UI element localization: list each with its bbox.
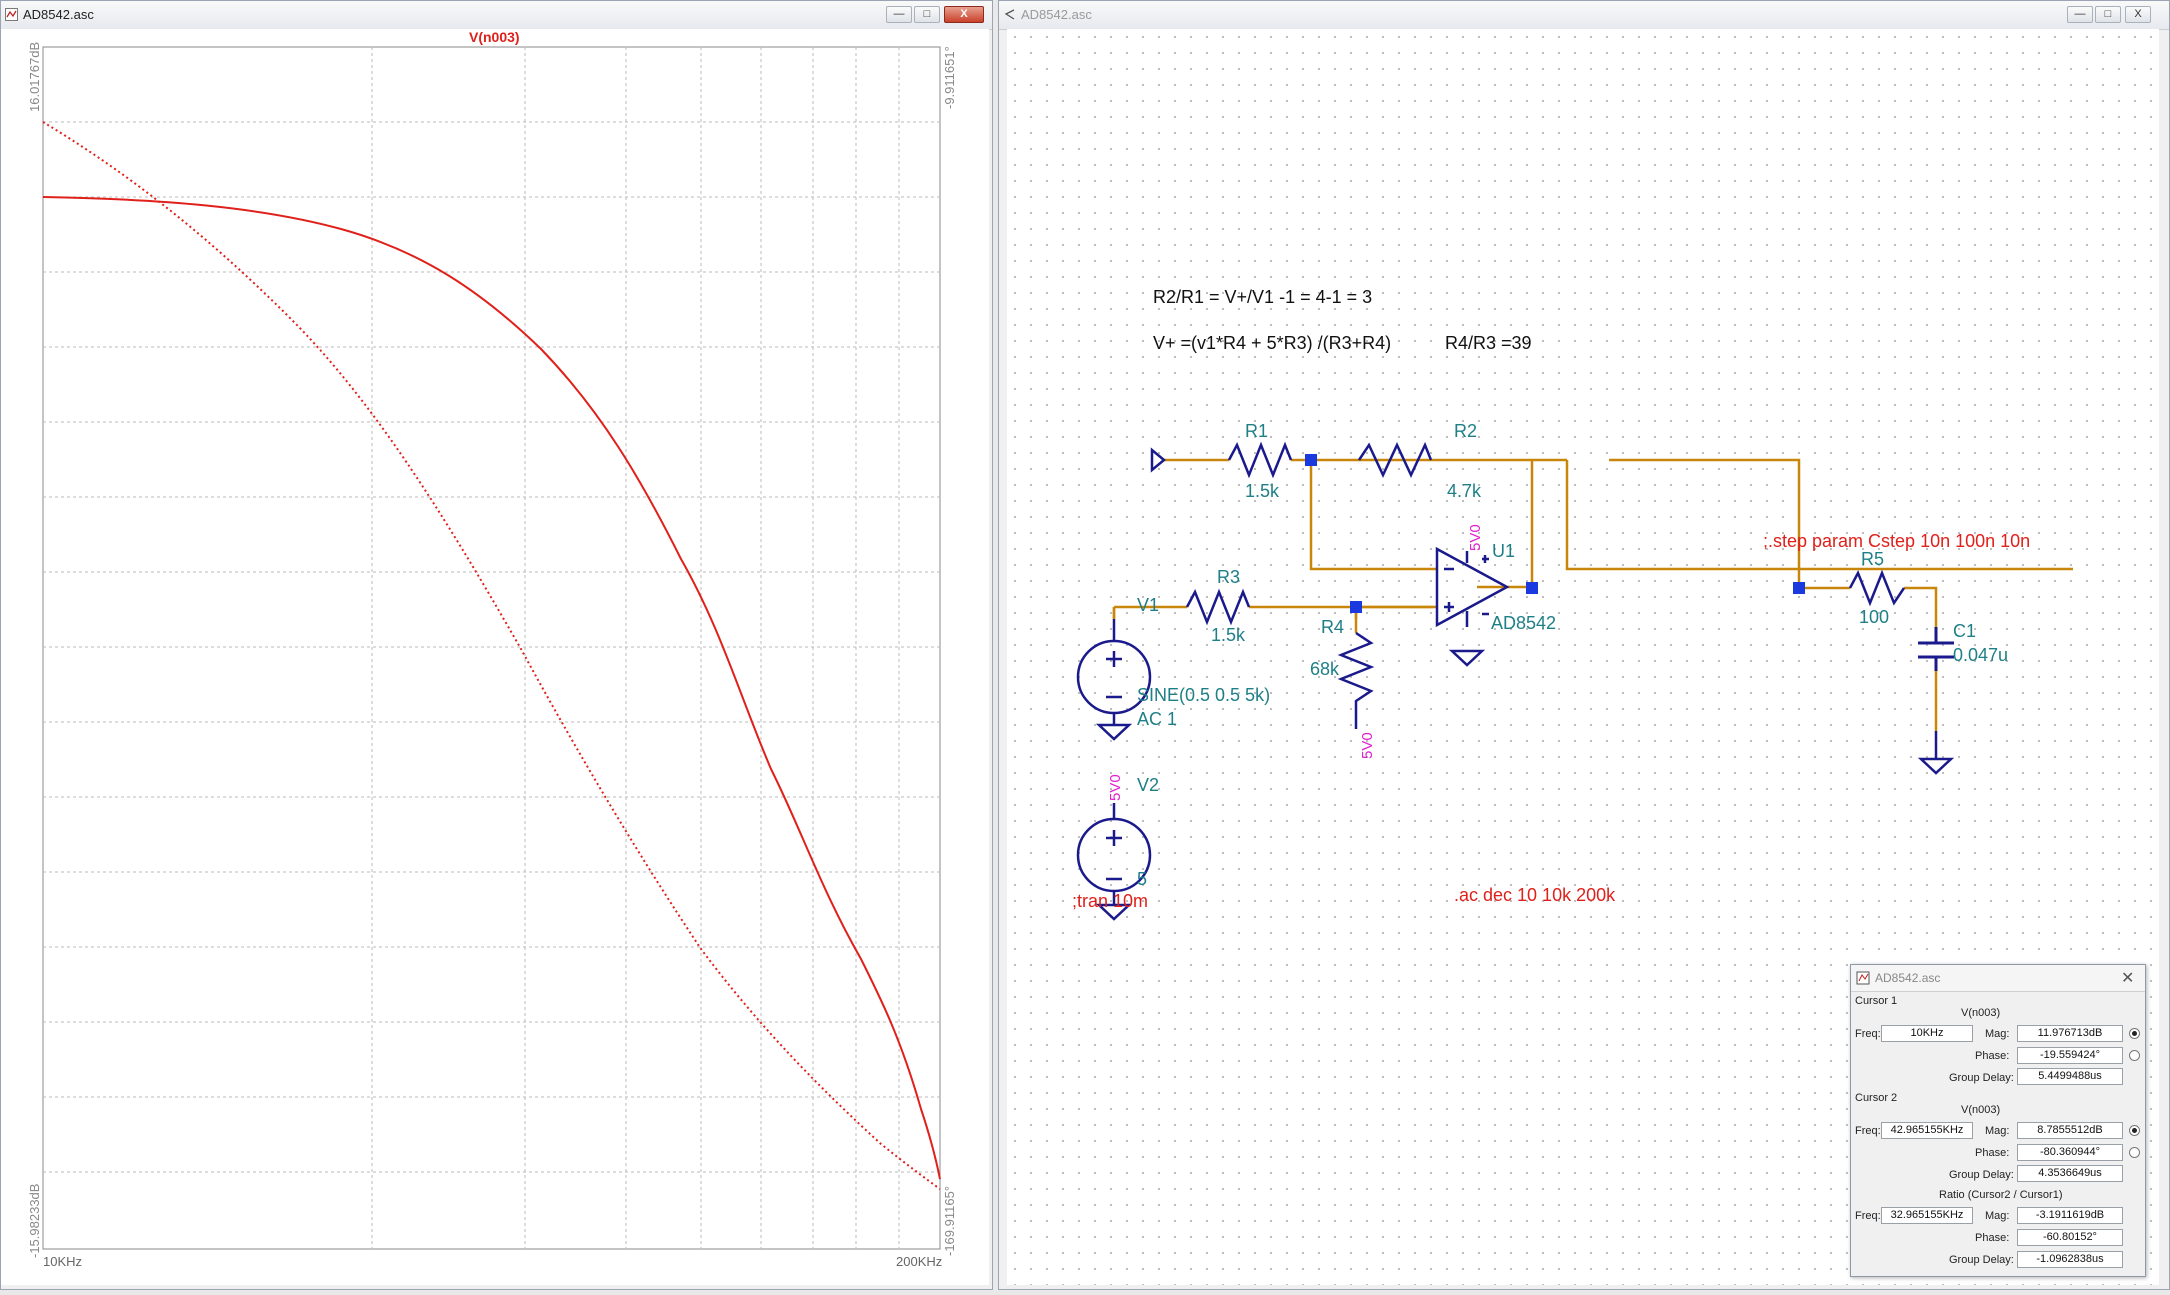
c1-symbol[interactable] xyxy=(1918,627,1954,671)
v1-value-ac[interactable]: AC 1 xyxy=(1137,709,1177,730)
c1-name[interactable]: C1 xyxy=(1953,621,1976,642)
close-button[interactable]: X xyxy=(944,6,984,23)
cursor1-gd-field[interactable]: 5.4499488us xyxy=(2017,1068,2123,1085)
cursor2-freq-label: Freq: xyxy=(1855,1125,1881,1137)
magnitude-trace[interactable] xyxy=(42,196,941,1180)
cursor1-trace: V(n003) xyxy=(1961,1007,2001,1019)
cursor1-mag-field[interactable]: 11.976713dB xyxy=(2017,1025,2123,1042)
plot-frame xyxy=(42,46,941,1250)
v1-name[interactable]: V1 xyxy=(1137,595,1159,616)
schematic-window: AD8542.asc — □ X R2/R1 = V+/V1 -1 = 4-1 … xyxy=(998,0,2170,1290)
cursor-dialog-title: AD8542.asc xyxy=(1875,971,1941,985)
u1-value[interactable]: AD8542 xyxy=(1491,613,1556,634)
cursor2-mag-label: Mag: xyxy=(1985,1125,2010,1137)
u1-name[interactable]: U1 xyxy=(1492,541,1515,562)
r3-value[interactable]: 1.5k xyxy=(1211,625,1245,646)
cursor2-phase-label: Phase: xyxy=(1975,1147,2010,1159)
v2-name[interactable]: V2 xyxy=(1137,775,1159,796)
cursor1-label: Cursor 1 xyxy=(1855,995,1898,1007)
r3-symbol[interactable] xyxy=(1185,588,1251,626)
v2-value[interactable]: 5 xyxy=(1137,869,1147,890)
cursor-dialog-close-icon[interactable]: ✕ xyxy=(2121,968,2134,988)
output-junction xyxy=(1793,582,1805,594)
cursor2-gd-field[interactable]: 4.3536649us xyxy=(2017,1165,2123,1182)
waveform-app-icon xyxy=(5,8,18,21)
cursor-dialog-icon xyxy=(1856,971,1870,985)
cursor1-freq-field[interactable]: 10KHz xyxy=(1881,1025,1973,1042)
cursor2-mag-radio[interactable] xyxy=(2129,1125,2140,1136)
ratio-phase-field[interactable]: -60.80152° xyxy=(2017,1229,2123,1246)
schem-maximize-button[interactable]: □ xyxy=(2095,6,2121,23)
phase-trace[interactable] xyxy=(42,121,941,1190)
cursor2-gd-label: Group Delay: xyxy=(1949,1169,2014,1181)
net-label-5v0-v2[interactable]: 5V0 xyxy=(1107,774,1124,801)
note-eq3[interactable]: R4/R3 =39 xyxy=(1445,333,1532,354)
v1-value-sine[interactable]: SINE(0.5 0.5 5k) xyxy=(1137,685,1270,706)
cursor1-gd-label: Group Delay: xyxy=(1949,1072,2014,1084)
schem-minimize-button[interactable]: — xyxy=(2067,6,2093,23)
r5-name[interactable]: R5 xyxy=(1861,549,1884,570)
cursor1-phase-field[interactable]: -19.559424° xyxy=(2017,1047,2123,1064)
minimize-button[interactable]: — xyxy=(886,6,912,23)
r3-name[interactable]: R3 xyxy=(1217,567,1240,588)
cursor2-trace: V(n003) xyxy=(1961,1104,2001,1116)
cursor1-freq-label: Freq: xyxy=(1855,1028,1881,1040)
schem-close-button[interactable]: X xyxy=(2125,6,2151,23)
r1-name[interactable]: R1 xyxy=(1245,421,1268,442)
r5-symbol[interactable] xyxy=(1848,569,1906,607)
note-ac[interactable]: .ac dec 10 10k 200k xyxy=(1454,885,1615,906)
ratio-gd-label: Group Delay: xyxy=(1949,1254,2014,1266)
r4-value[interactable]: 68k xyxy=(1310,659,1339,680)
ratio-freq-field[interactable]: 32.965155KHz xyxy=(1881,1207,1973,1224)
r2-value[interactable]: 4.7k xyxy=(1447,481,1481,502)
maximize-button[interactable]: □ xyxy=(914,6,940,23)
cursor2-freq-field[interactable]: 42.965155KHz xyxy=(1881,1122,1973,1139)
cursor1-mag-label: Mag: xyxy=(1985,1028,2010,1040)
note-eq2[interactable]: V+ =(v1*R4 + 5*R3) /(R3+R4) xyxy=(1153,333,1391,354)
schematic-titlebar[interactable]: AD8542.asc — □ X xyxy=(999,1,2169,30)
net-label-5v0-u1[interactable]: 5V0 xyxy=(1467,524,1484,551)
r4-symbol[interactable] xyxy=(1337,631,1375,729)
ratio-label: Ratio (Cursor2 / Cursor1) xyxy=(1939,1189,2063,1201)
waveform-window-title: AD8542.asc xyxy=(23,7,94,22)
note-step[interactable]: ;.step param Cstep 10n 100n 10n xyxy=(1763,531,2030,552)
cursor1-phase-radio[interactable] xyxy=(2129,1050,2140,1061)
cursor1-phase-label: Phase: xyxy=(1975,1050,2010,1062)
schematic-window-title: AD8542.asc xyxy=(1021,7,1092,22)
schematic-app-icon xyxy=(1004,9,1015,20)
r1-symbol[interactable] xyxy=(1227,441,1293,479)
r2-name[interactable]: R2 xyxy=(1454,421,1477,442)
ratio-mag-label: Mag: xyxy=(1985,1210,2010,1222)
waveform-window: AD8542.asc — □ X V(n003) 16.01767dB -15.… xyxy=(0,0,993,1290)
cursor2-mag-field[interactable]: 8.7855512dB xyxy=(2017,1122,2123,1139)
note-tran[interactable]: ;tran 10m xyxy=(1072,891,1148,912)
ratio-freq-label: Freq: xyxy=(1855,1210,1881,1222)
ratio-gd-field[interactable]: -1.0962838us xyxy=(2017,1251,2123,1268)
waveform-titlebar[interactable]: AD8542.asc — □ X xyxy=(1,1,992,30)
cursor1-mag-radio[interactable] xyxy=(2129,1028,2140,1039)
note-eq1[interactable]: R2/R1 = V+/V1 -1 = 4-1 = 3 xyxy=(1153,287,1372,308)
ratio-phase-label: Phase: xyxy=(1975,1232,2010,1244)
cursor2-phase-radio[interactable] xyxy=(2129,1147,2140,1158)
cursor2-label: Cursor 2 xyxy=(1855,1092,1898,1104)
net-label-5v0-r4[interactable]: 5V0 xyxy=(1359,732,1376,759)
r5-value[interactable]: 100 xyxy=(1859,607,1889,628)
bode-plot[interactable] xyxy=(1,29,989,1285)
plot-pane[interactable]: V(n003) 16.01767dB -15.98233dB -9.911651… xyxy=(1,29,989,1285)
c1-value[interactable]: 0.047u xyxy=(1953,645,2008,666)
cursor2-phase-field[interactable]: -80.360944° xyxy=(2017,1144,2123,1161)
cursor-dialog-titlebar[interactable]: AD8542.asc ✕ xyxy=(1851,965,2145,992)
ratio-mag-field[interactable]: -3.1911619dB xyxy=(2017,1207,2123,1224)
r4-name[interactable]: R4 xyxy=(1321,617,1344,638)
cursor-dialog[interactable]: AD8542.asc ✕ Cursor 1 V(n003) Freq: 10KH… xyxy=(1850,964,2146,1277)
grid-lines xyxy=(43,47,940,1249)
r1-value[interactable]: 1.5k xyxy=(1245,481,1279,502)
